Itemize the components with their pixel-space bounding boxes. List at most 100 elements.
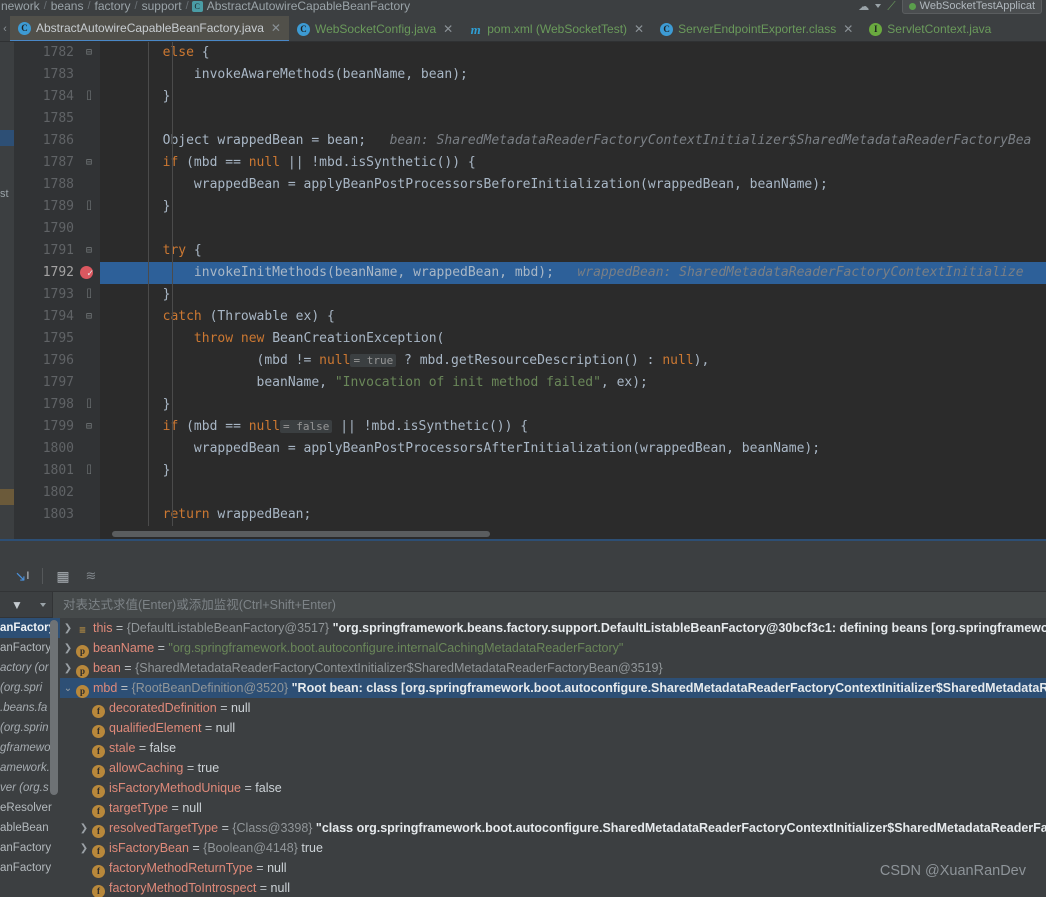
editor-debugger-splitter[interactable] [0,539,1046,561]
breadcrumb[interactable]: nework / beans / factory / support / C A… [0,0,411,16]
gutter-line[interactable]: 1799 ⊟ [14,416,100,438]
code-line[interactable]: } [100,394,1046,416]
evaluate-expression-icon[interactable]: ↘ I [10,565,34,587]
code-fold-icon[interactable]: ⌷ [82,196,96,218]
variable-row[interactable]: f factoryMethodReturnType = null [60,858,1046,878]
breadcrumb-segment[interactable]: support [141,0,183,13]
gutter-line[interactable]: 1803 [14,504,100,526]
code-fold-icon[interactable]: ⊟ [82,306,96,328]
variable-row[interactable]: f allowCaching = true [60,758,1046,778]
code-line[interactable]: } [100,284,1046,306]
gutter-line[interactable]: 1784 ⌷ [14,86,100,108]
gutter-line[interactable]: 1787 ⊟ [14,152,100,174]
code-line[interactable]: beanName, "Invocation of init method fai… [100,372,1046,394]
gutter-line[interactable]: 1801 ⌷ [14,460,100,482]
frame-item[interactable]: eResolver [0,798,60,818]
code-line[interactable]: else { [100,42,1046,64]
chevron-right-icon[interactable]: ❯ [60,659,76,679]
variable-row[interactable]: f factoryMethodToIntrospect = null [60,878,1046,897]
code-line[interactable]: try { [100,240,1046,262]
chevron-right-icon[interactable]: ❯ [60,639,76,659]
code-line[interactable]: if (mbd == null = false || !mbd.isSynthet… [100,416,1046,438]
close-icon[interactable]: ✕ [843,23,853,35]
gutter-line[interactable]: 1791 ⊟ [14,240,100,262]
run-configuration-selector[interactable]: WebSocketTestApplicat [901,0,1042,14]
tab-websocket-config[interactable]: C WebSocketConfig.java ✕ [289,16,461,41]
gutter-line[interactable]: 1798 ⌷ [14,394,100,416]
frames-panel[interactable]: anFactory anFactory actory (or (org.spri .b… [0,618,60,897]
gutter-line[interactable]: 1782 ⊟ [14,42,100,64]
gutter-line[interactable]: 1788 [14,174,100,196]
gutter-line[interactable]: 1794 ⊟ [14,306,100,328]
variables-tree[interactable]: ❯ ≡ this = {DefaultListableBeanFactory@351… [60,618,1046,897]
code-line[interactable]: invokeInitMethods(beanName, wrappedBean,… [100,262,1046,284]
tab-servlet-context[interactable]: I ServletContext.java [861,16,999,41]
horizontal-scrollbar[interactable] [112,531,490,537]
code-fold-icon[interactable]: ⊟ [82,416,96,438]
evaluate-expression-input[interactable]: 对表达式求值(Enter)或添加监视(Ctrl+Shift+Enter) [52,591,1046,618]
code-line[interactable]: Object wrappedBean = bean; bean: SharedM… [100,130,1046,152]
variable-row[interactable]: ❯ p beanName = "org.springframework.boot.a… [60,638,1046,658]
code-line[interactable]: } [100,86,1046,108]
code-fold-icon[interactable]: ⌷ [82,284,96,306]
gutter-line[interactable]: 1792 [14,262,100,285]
code-line[interactable]: wrappedBean = applyBeanPostProcessorsAft… [100,438,1046,460]
code-line[interactable]: return wrappedBean; [100,504,1046,526]
close-icon[interactable]: ✕ [271,22,281,34]
gutter-line[interactable]: 1793 ⌷ [14,284,100,306]
gutter-line[interactable]: 1796 [14,350,100,372]
code-line[interactable]: } [100,196,1046,218]
variable-row[interactable]: ❯ f resolvedTargetType = {Class@3398} "cla… [60,818,1046,838]
gutter-line[interactable]: 1786 [14,130,100,152]
upload-icon[interactable]: ☁ [858,0,869,13]
variable-row[interactable]: ❯ p bean = {SharedMetadataReaderFactoryCon… [60,658,1046,678]
variable-row[interactable]: ❯ ≡ this = {DefaultListableBeanFactory@351… [60,618,1046,638]
code-fold-icon[interactable]: ⊟ [82,152,96,174]
chevron-down-icon[interactable] [34,602,52,607]
code-fold-icon[interactable]: ⌷ [82,460,96,482]
code-editor[interactable]: st 1782 ⊟ 1783 1784 ⌷ 1785 1786 1787 ⊟ 1788 1789 ⌷ 1… [0,42,1046,539]
tab-abstract-autowire-capable-bean-factory[interactable]: C AbstractAutowireCapableBeanFactory.jav… [10,16,289,41]
editor-code-area[interactable]: else { invokeAwareMethods(beanName, bean… [100,42,1046,539]
gutter-line[interactable]: 1802 [14,482,100,504]
code-line[interactable]: invokeAwareMethods(beanName, bean); [100,64,1046,86]
chevron-down-icon[interactable] [875,4,882,8]
breadcrumb-segment[interactable]: nework [0,0,41,13]
frame-item[interactable]: ableBean [0,818,60,838]
gutter-line[interactable]: 1789 ⌷ [14,196,100,218]
close-icon[interactable]: ✕ [634,23,644,35]
gutter-line[interactable]: 1800 [14,438,100,460]
tab-server-endpoint-exporter[interactable]: C ServerEndpointExporter.class ✕ [652,16,861,41]
gutter-line[interactable]: 1795 [14,328,100,350]
code-line[interactable]: throw new BeanCreationException( [100,328,1046,350]
code-line[interactable]: } [100,460,1046,482]
code-fold-icon[interactable]: ⊟ [82,42,96,64]
code-line[interactable] [100,108,1046,130]
variable-row[interactable]: f isFactoryMethodUnique = false [60,778,1046,798]
code-line[interactable]: (mbd != null = true ? mbd.getResourceDesc… [100,350,1046,372]
group-by-icon[interactable]: ≋ [79,565,103,587]
chevron-right-icon[interactable]: ❯ [76,839,92,859]
code-line[interactable]: if (mbd == null || !mbd.isSynthetic()) { [100,152,1046,174]
frame-item[interactable]: anFactory [0,858,60,878]
gutter-line[interactable]: 1785 [14,108,100,130]
chevron-down-icon[interactable]: ⌄ [60,679,76,699]
code-fold-icon[interactable]: ⌷ [82,394,96,416]
breadcrumb-segment[interactable]: factory [94,0,132,13]
code-fold-icon[interactable]: ⌷ [82,86,96,108]
show-as-table-icon[interactable]: ▦ [51,565,75,587]
filter-icon[interactable]: ▼ [0,598,34,612]
code-line[interactable]: catch (Throwable ex) { [100,306,1046,328]
code-line[interactable]: wrappedBean = applyBeanPostProcessorsBef… [100,174,1046,196]
variable-row[interactable]: ❯ f isFactoryBean = {Boolean@4148} true [60,838,1046,858]
hammer-icon[interactable]: ⟋ [887,0,895,14]
editor-gutter[interactable]: 1782 ⊟ 1783 1784 ⌷ 1785 1786 1787 ⊟ 1788 1789 ⌷ 1790… [14,42,100,539]
close-icon[interactable]: ✕ [443,23,453,35]
tab-scroll-left-icon[interactable]: ‹ [0,16,10,41]
variable-row[interactable]: ⌄ p mbd = {RootBeanDefinition@3520} "Root … [60,678,1046,698]
breadcrumb-current-class[interactable]: AbstractAutowireCapableBeanFactory [206,0,411,13]
variable-row[interactable]: f targetType = null [60,798,1046,818]
tab-pom-xml[interactable]: m pom.xml (WebSocketTest) ✕ [461,16,652,41]
variable-row[interactable]: f qualifiedElement = null [60,718,1046,738]
code-line[interactable] [100,482,1046,504]
